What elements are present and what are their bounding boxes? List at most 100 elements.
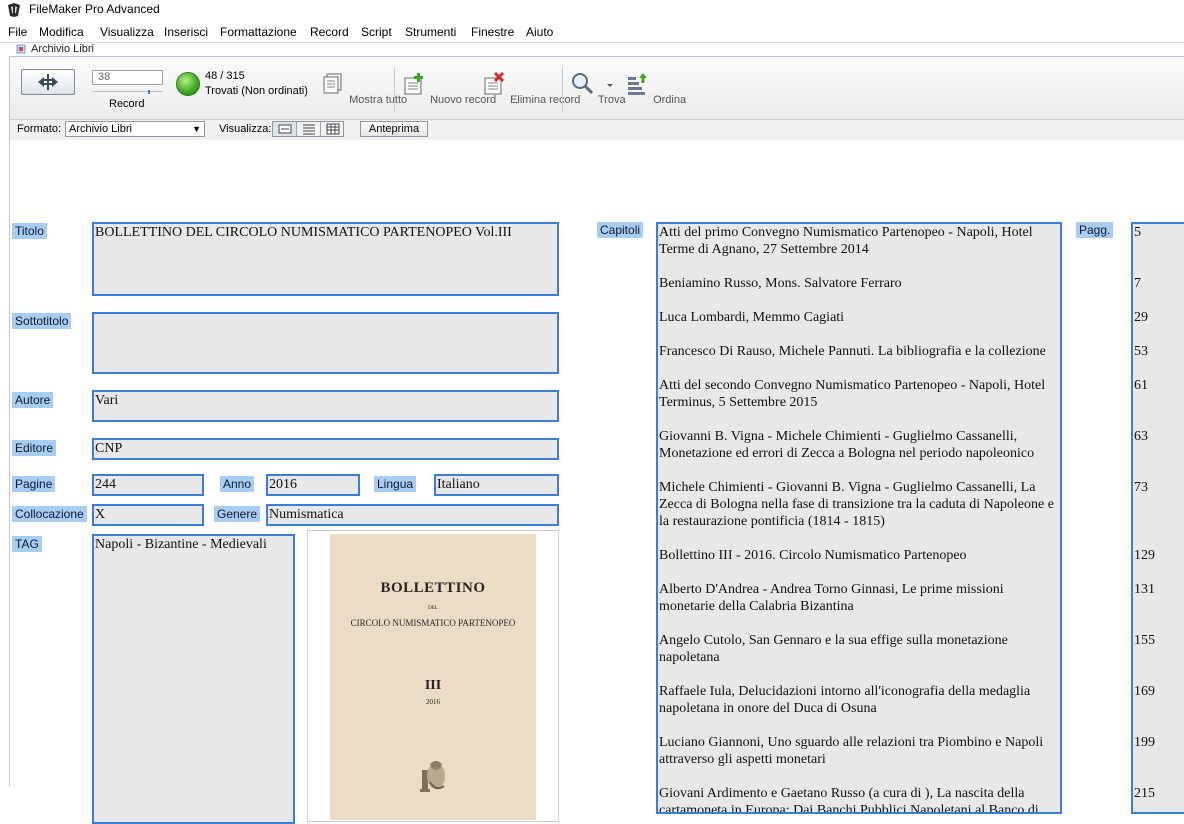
record-navigator-book[interactable] [21,69,75,95]
chapter-title[interactable]: Giovani Ardimento e Gaetano Russo (a cur… [659,785,1057,812]
chapter-page[interactable]: 131 [1134,581,1155,598]
chapter-page[interactable]: 63 [1134,428,1148,445]
capitoli-portal[interactable]: Atti del primo Convegno Numismatico Part… [656,222,1062,814]
window-title-strip: Archivio Libri [0,42,1184,56]
menu-script[interactable]: Script [361,25,392,39]
book-navigation-icon [38,74,58,90]
chapter-title[interactable]: Angelo Cutolo, San Gennaro e la sua effi… [659,632,1057,666]
chapter-page[interactable]: 29 [1134,309,1148,326]
menu-bar: File Modifica Visualizza Inserisci Forma… [0,22,1184,42]
anno-field[interactable]: 2016 [266,474,360,496]
chapter-page[interactable]: 73 [1134,479,1148,496]
capitoli-label: Capitoli [597,222,644,238]
chevron-down-icon: ▼ [192,124,201,134]
format-label: Formato: [17,123,62,135]
collocazione-field[interactable]: X [92,504,204,526]
menu-visualizza[interactable]: Visualizza [100,25,154,39]
autore-label: Autore [12,392,54,408]
chapter-page[interactable]: 61 [1134,377,1148,394]
menu-inserisci[interactable]: Inserisci [164,25,208,39]
found-count: 48 / 315 [205,70,245,82]
chapter-title[interactable]: Giovanni B. Vigna - Michele Chimienti - … [659,428,1057,462]
tag-field[interactable]: Napoli - Bizantine - Medievali [92,534,295,824]
titolo-field[interactable]: BOLLETTINO DEL CIRCOLO NUMISMATICO PARTE… [92,222,559,296]
genere-field[interactable]: Numismatica [266,504,559,526]
form-layout: Titolo BOLLETTINO DEL CIRCOLO NUMISMATIC… [9,140,1184,824]
app-title: FileMaker Pro Advanced [29,2,160,16]
chapter-page[interactable]: 53 [1134,343,1148,360]
editore-field[interactable]: CNP [92,438,559,460]
sottotitolo-field[interactable] [92,312,559,374]
menu-formattazione[interactable]: Formattazione [220,25,297,39]
pagg-label: Pagg. [1076,222,1114,238]
current-record-input[interactable]: 38 [92,70,163,85]
menu-modifica[interactable]: Modifica [39,25,84,39]
form-view-icon [278,124,292,134]
pagine-label: Pagine [12,476,56,492]
sort-label: Ordina [653,94,687,106]
chapter-page[interactable]: 155 [1134,632,1155,649]
title-bar: FileMaker Pro Advanced [0,0,1184,22]
find-dropdown-chevron-icon[interactable] [606,83,614,89]
delete-record-button[interactable]: Elimina record [481,71,580,106]
sort-icon [628,73,647,95]
chapter-title[interactable]: Alberto D'Andrea - Andrea Torno Ginnasi,… [659,581,1057,615]
table-view-button[interactable] [321,122,345,136]
chapter-title[interactable]: Francesco Di Rauso, Michele Pannuti. La … [659,343,1057,360]
chapter-title[interactable]: Luca Lombardi, Memmo Cagiati [659,309,1057,326]
chapter-title[interactable]: Luciano Giannoni, Uno sguardo alle relaz… [659,734,1057,768]
menu-strumenti[interactable]: Strumenti [405,25,456,39]
find-button[interactable]: Trova [569,71,626,106]
chapter-title[interactable]: Raffaele Iula, Delucidazioni intorno all… [659,683,1057,717]
menu-finestre[interactable]: Finestre [471,25,514,39]
menu-aiuto[interactable]: Aiuto [526,25,553,39]
cover-title: BOLLETTINO [380,580,486,596]
cover-year: 2016 [426,698,440,706]
cover-volume: III [424,678,442,693]
found-set-pie-icon[interactable] [176,72,200,96]
menu-record[interactable]: Record [310,25,349,39]
delete-record-icon [484,71,505,95]
layout-select[interactable]: Archivio Libri ▼ [65,121,205,137]
chapter-title[interactable]: Beniamino Russo, Mons. Salvatore Ferraro [659,275,1057,292]
record-label: Record [109,98,145,110]
chapter-page[interactable]: 5 [1134,224,1141,241]
titolo-label: Titolo [12,223,47,239]
chapter-title[interactable]: Atti del primo Convegno Numismatico Part… [659,224,1057,258]
show-all-icon [323,73,342,94]
chapter-title[interactable]: Bollettino III - 2016. Circolo Numismati… [659,547,1057,564]
pagine-field[interactable]: 244 [92,474,204,496]
new-record-icon [404,73,423,95]
chapter-page[interactable]: 199 [1134,734,1155,751]
chapter-page[interactable]: 129 [1134,547,1155,564]
chapter-page[interactable]: 215 [1134,785,1155,802]
layout-select-value: Archivio Libri [69,123,132,135]
chapter-title[interactable]: Michele Chimienti - Giovanni B. Vigna - … [659,479,1057,530]
pagine-portal[interactable]: 5 7 29 53 61 63 73 129 131 155 169 199 2… [1131,222,1184,814]
record-slider[interactable] [92,90,163,94]
menu-file[interactable]: File [8,25,27,39]
editore-label: Editore [12,440,57,456]
show-all-label: Mostra tutto [349,94,408,106]
tag-label: TAG [12,536,42,552]
toolbar-separator [394,67,395,112]
table-view-icon [326,123,340,135]
form-view-button[interactable] [273,122,297,136]
preview-button[interactable]: Anteprima [360,121,428,137]
cover-del: DEL [428,606,438,611]
anno-label: Anno [220,476,255,492]
list-view-button[interactable] [297,122,321,136]
toolbar-main: 38 Record 48 / 315 Trovati (Non ordinati… [10,57,1184,120]
status-toolbar: 38 Record 48 / 315 Trovati (Non ordinati… [9,56,1184,140]
autore-field[interactable]: Vari [92,390,559,422]
sort-button[interactable]: Ordina [624,71,686,106]
chapter-title[interactable]: Atti del secondo Convegno Numismatico Pa… [659,377,1057,411]
view-as-label: Visualizza: [219,123,272,135]
sottotitolo-label: Sottotitolo [12,313,72,329]
lingua-field[interactable]: Italiano [434,474,559,496]
filemaker-app-icon[interactable] [6,2,22,18]
document-window: Archivio Libri 38 Record 48 / 315 Trovat… [0,42,1184,824]
chapter-page[interactable]: 7 [1134,275,1141,292]
chapter-page[interactable]: 169 [1134,683,1155,700]
lingua-label: Lingua [374,476,417,492]
